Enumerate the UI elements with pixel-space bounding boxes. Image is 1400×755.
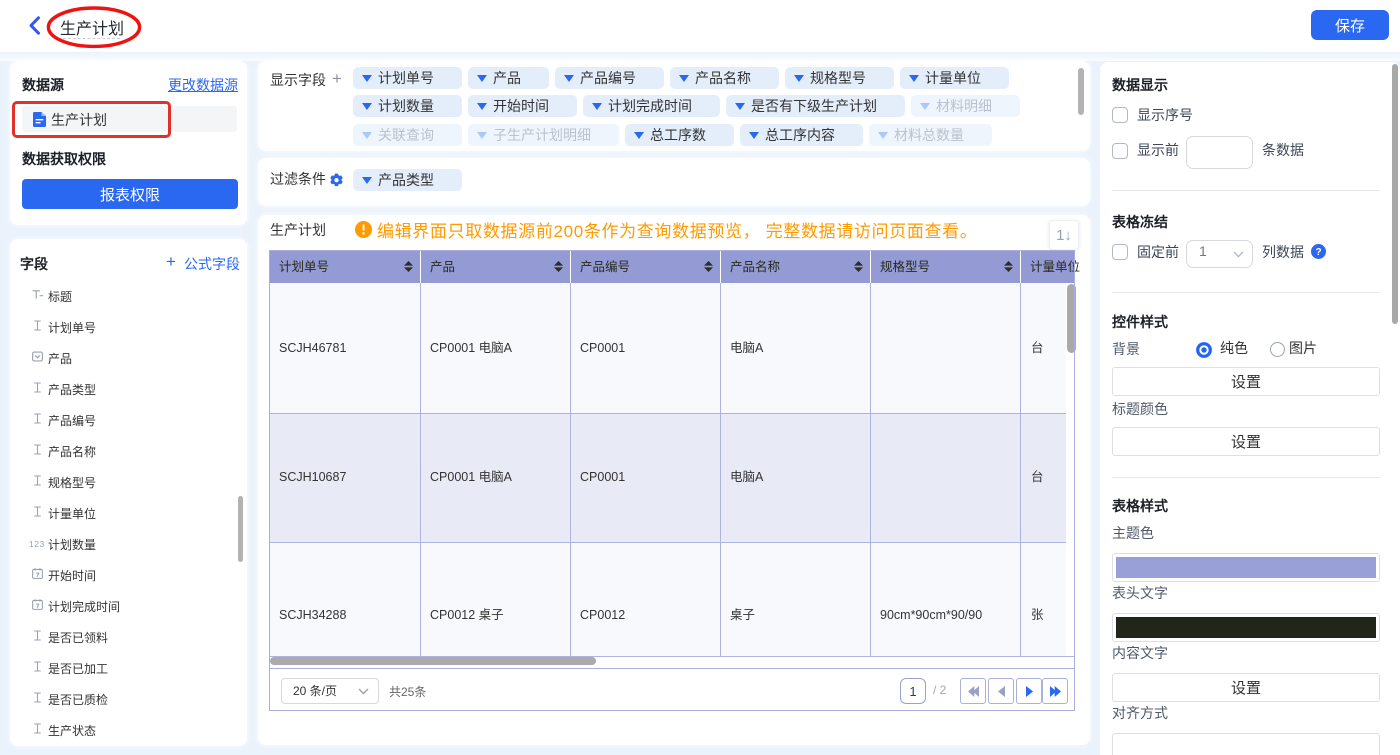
svg-text:?: ? bbox=[1315, 247, 1321, 258]
